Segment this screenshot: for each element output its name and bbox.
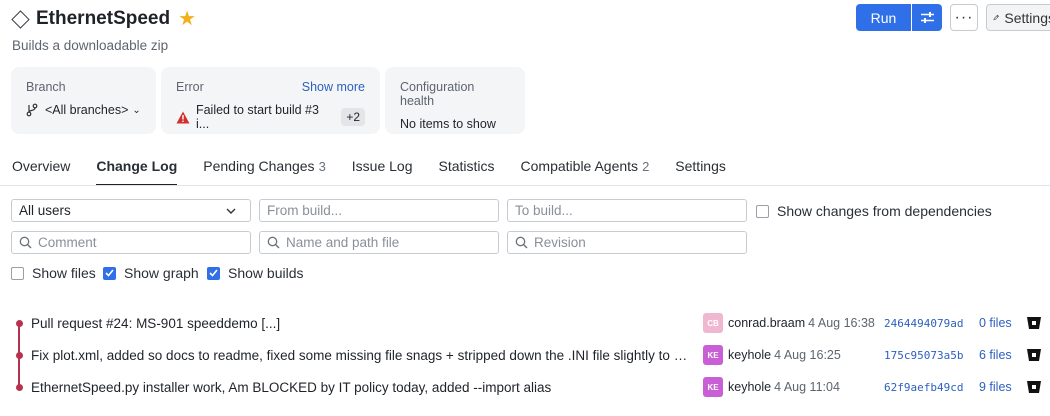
change-date: 4 Aug 16:38 <box>808 316 875 330</box>
change-files-link[interactable]: 9 files <box>979 380 1012 394</box>
show-graph-checkbox[interactable]: Show graph <box>103 265 199 281</box>
avatar: KE <box>703 345 723 365</box>
checkbox-icon <box>756 204 769 218</box>
checkbox-icon <box>11 266 24 280</box>
change-revision[interactable]: 2464494079ad <box>884 317 963 330</box>
change-files-link[interactable]: 0 files <box>979 316 1012 330</box>
tab-issue-log[interactable]: Issue Log <box>352 158 413 184</box>
page-subtitle: Builds a downloadable zip <box>12 38 169 53</box>
warning-icon <box>176 111 190 123</box>
bitbucket-icon[interactable] <box>1026 348 1042 362</box>
branch-value: <All branches> <box>45 103 129 117</box>
change-row[interactable]: Fix plot.xml, added so docs to readme, f… <box>0 340 1050 370</box>
pencil-icon <box>993 14 999 21</box>
chevron-down-icon: ⌄ <box>132 104 141 116</box>
show-dependencies-checkbox[interactable]: Show changes from dependencies <box>756 203 992 219</box>
show-files-checkbox[interactable]: Show files <box>11 265 96 281</box>
change-description[interactable]: EthernetSpeed.py installer work, Am BLOC… <box>31 380 551 395</box>
tab-count: 2 <box>642 159 650 174</box>
tab-statistics[interactable]: Statistics <box>439 158 495 184</box>
to-build-input[interactable]: To build... <box>507 199 747 222</box>
from-build-input[interactable]: From build... <box>259 199 499 222</box>
title-row: EthernetSpeed ★ <box>11 6 196 32</box>
change-description[interactable]: Fix plot.xml, added so docs to readme, f… <box>31 348 691 363</box>
ellipsis-icon: ··· <box>954 8 974 26</box>
users-select[interactable]: All users <box>11 199 251 222</box>
more-actions-button[interactable]: ··· <box>950 4 978 31</box>
star-icon[interactable]: ★ <box>178 9 196 29</box>
health-value: No items to show <box>400 117 496 131</box>
show-builds-checkbox[interactable]: Show builds <box>207 265 304 281</box>
tab-count: 3 <box>318 159 326 174</box>
tab-overview[interactable]: Overview <box>12 158 70 184</box>
search-icon <box>515 236 528 249</box>
branch-selector[interactable]: <All branches> ⌄ <box>26 103 141 117</box>
change-author: keyhole 4 Aug 16:25 <box>728 348 841 362</box>
error-message: Failed to start build #3 i... <box>195 103 319 131</box>
change-row[interactable]: EthernetSpeed.py installer work, Am BLOC… <box>0 372 1050 402</box>
path-input[interactable]: Name and path file <box>259 231 499 254</box>
change-revision[interactable]: 62f9aefb49cd <box>884 381 963 394</box>
search-icon <box>19 236 32 249</box>
health-card-label: Configuration health <box>400 80 475 108</box>
checkbox-checked-icon <box>207 266 220 280</box>
avatar: CB <box>703 313 723 333</box>
tab-bar: Overview Change Log Pending Changes 3 Iss… <box>12 158 752 186</box>
chevron-down-icon <box>226 208 236 214</box>
users-select-value: All users <box>19 203 71 218</box>
tab-settings[interactable]: Settings <box>675 158 726 184</box>
run-button[interactable]: Run <box>856 4 911 31</box>
change-files-link[interactable]: 6 files <box>979 348 1012 362</box>
change-date: 4 Aug 11:04 <box>774 380 840 394</box>
settings-button[interactable]: Settings <box>986 4 1050 31</box>
change-date: 4 Aug 16:25 <box>774 348 841 362</box>
bitbucket-icon[interactable] <box>1026 380 1042 394</box>
change-revision[interactable]: 175c95073a5b <box>884 349 963 362</box>
error-count-badge[interactable]: +2 <box>341 108 365 126</box>
error-card: Error Show more Failed to start build #3… <box>161 67 380 134</box>
change-author: conrad.braam 4 Aug 16:38 <box>728 316 875 330</box>
tab-change-log[interactable]: Change Log <box>96 158 177 186</box>
run-options-button[interactable] <box>912 4 942 31</box>
branch-card: Branch <All branches> ⌄ <box>11 67 156 134</box>
checkbox-checked-icon <box>103 266 116 280</box>
build-type-icon <box>11 9 30 29</box>
bitbucket-icon[interactable] <box>1026 316 1042 330</box>
revision-input[interactable]: Revision <box>507 231 747 254</box>
tab-pending-changes[interactable]: Pending Changes 3 <box>203 158 326 184</box>
branch-icon <box>26 103 38 117</box>
avatar: KE <box>703 377 723 397</box>
tabs-divider <box>0 185 1050 186</box>
settings-button-label: Settings <box>1004 9 1050 26</box>
show-more-link[interactable]: Show more <box>302 80 365 94</box>
tab-compatible-agents[interactable]: Compatible Agents 2 <box>521 158 650 184</box>
branch-card-label: Branch <box>26 80 66 94</box>
search-icon <box>267 236 280 249</box>
error-item[interactable]: Failed to start build #3 i... +2 <box>176 103 365 131</box>
sliders-icon <box>920 12 934 23</box>
health-card: Configuration health No items to show <box>385 67 525 134</box>
change-description[interactable]: Pull request #24: MS-901 speeddemo [...] <box>31 316 280 331</box>
change-row[interactable]: Pull request #24: MS-901 speeddemo [...]… <box>0 308 1050 338</box>
page-title: EthernetSpeed <box>36 8 171 29</box>
comment-input[interactable]: Comment <box>11 231 251 254</box>
change-author: keyhole 4 Aug 11:04 <box>728 380 840 394</box>
